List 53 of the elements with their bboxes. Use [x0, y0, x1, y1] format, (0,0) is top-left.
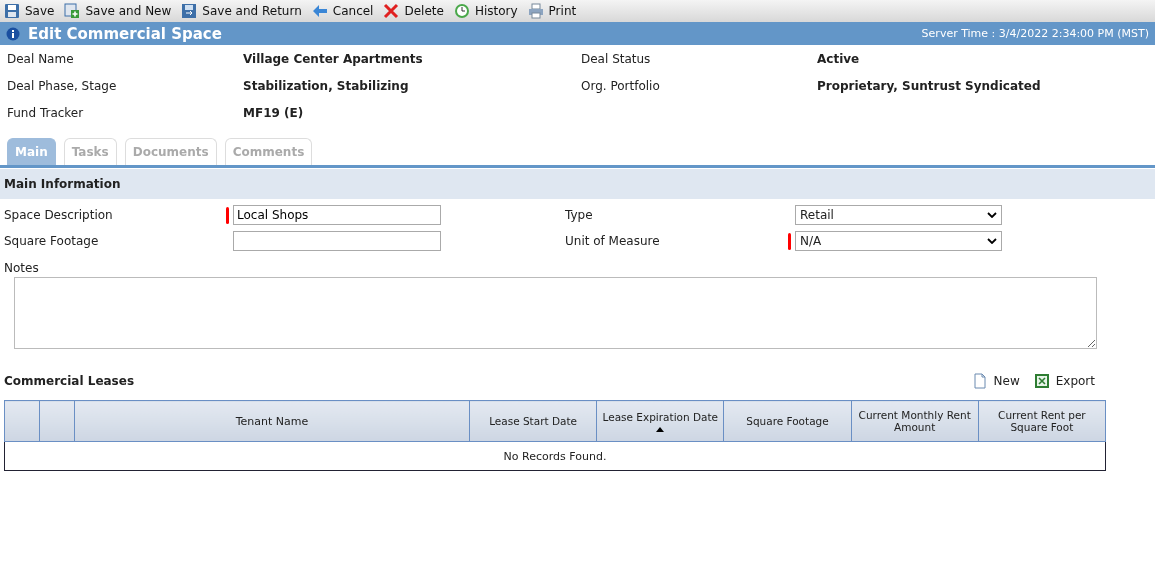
- text-field[interactable]: [233, 231, 441, 251]
- field-label: Notes: [4, 261, 40, 275]
- column-header[interactable]: Current Rent per Square Foot: [978, 400, 1106, 442]
- field-label: Unit of Measure: [565, 234, 661, 248]
- field-value: Proprietary, Suntrust Syndicated: [817, 78, 1042, 95]
- column-header[interactable]: Lease Expiration Date: [596, 400, 724, 442]
- dropdown[interactable]: N/A: [795, 231, 1002, 251]
- toolbar-button[interactable]: New: [971, 373, 1020, 389]
- sort-arrow-icon: [656, 426, 665, 432]
- notes-field[interactable]: [14, 277, 1097, 349]
- field-label: Space Description: [4, 208, 114, 222]
- spreadsheet-icon: [1033, 373, 1050, 389]
- printer-icon: [527, 3, 544, 19]
- toolbar-button[interactable]: Save and Return: [181, 3, 302, 19]
- dropdown[interactable]: Retail: [795, 205, 1002, 225]
- page-title: Edit Commercial Space: [28, 24, 222, 43]
- field-label: Type: [565, 208, 594, 222]
- column-header[interactable]: [39, 400, 75, 442]
- toolbar-button[interactable]: Delete: [383, 3, 444, 19]
- info-icon: [6, 26, 20, 41]
- server-time: Server Time : 3/4/2022 2:34:00 PM (MST): [921, 27, 1149, 40]
- document-plus-icon: [64, 3, 81, 19]
- document-icon: [971, 373, 988, 389]
- left-arrow-icon: [311, 3, 328, 19]
- column-header[interactable]: Tenant Name: [74, 400, 470, 442]
- chevron-down-icon: [987, 212, 997, 218]
- x-icon: [383, 3, 400, 19]
- text-field[interactable]: Local Shops: [233, 205, 441, 225]
- toolbar-button[interactable]: Export: [1033, 373, 1095, 389]
- field-label: Deal Name: [7, 51, 75, 68]
- toolbar-button[interactable]: History: [453, 3, 518, 19]
- column-header[interactable]: [4, 400, 40, 442]
- field-value: MF19 (E): [243, 105, 305, 122]
- field-value: Village Center Apartments: [243, 51, 424, 68]
- toolbar-button[interactable]: Save and New: [64, 3, 172, 19]
- field-label: Deal Status: [581, 51, 652, 68]
- column-header[interactable]: Current Monthly Rent Amount: [851, 400, 979, 442]
- toolbar-button[interactable]: Print: [527, 3, 577, 19]
- chevron-down-icon: [987, 238, 997, 244]
- section-title: Main Information: [4, 177, 121, 191]
- toolbar-button[interactable]: Cancel: [311, 3, 374, 19]
- field-label: Square Footage: [4, 234, 100, 248]
- section-title: Commercial Leases: [4, 374, 135, 388]
- column-header[interactable]: Lease Start Date: [469, 400, 597, 442]
- clock-icon: [453, 3, 470, 19]
- empty-message: No Records Found.: [4, 441, 1106, 471]
- column-header[interactable]: Square Footage: [723, 400, 852, 442]
- toolbar-button[interactable]: Save: [4, 3, 55, 19]
- field-value: Stabilization, Stabilizing: [243, 78, 410, 95]
- field-label: Deal Phase, Stage: [7, 78, 118, 95]
- field-label: Fund Tracker: [7, 105, 85, 122]
- field-value: Active: [817, 51, 861, 68]
- field-label: Org. Portfolio: [581, 78, 661, 95]
